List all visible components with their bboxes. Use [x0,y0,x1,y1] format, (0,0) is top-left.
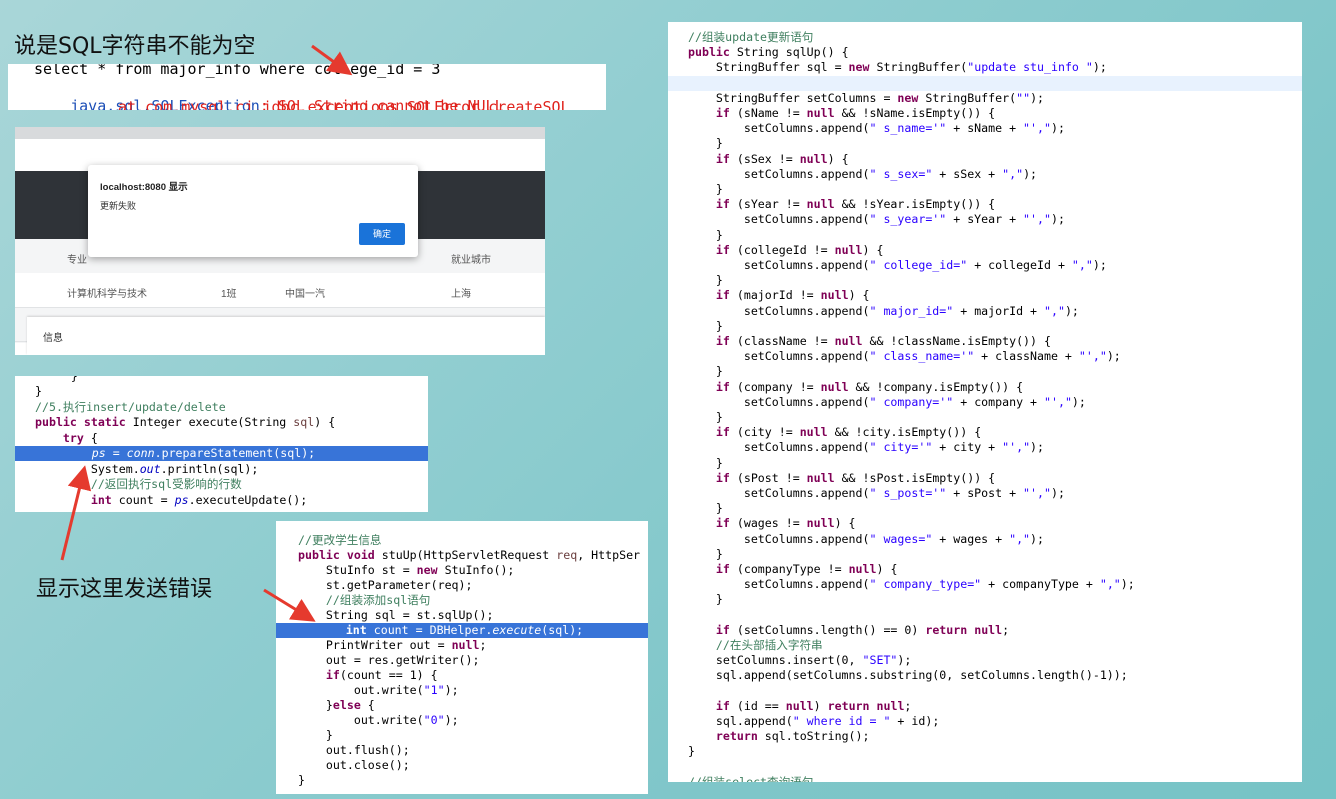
code-line: if (wages != null) { [715,516,856,531]
code-line: st.getParameter(req); [298,578,473,592]
code-line: if (city != null && !city.isEmpty()) { [715,425,982,440]
code-line: out.write("1"); [298,683,459,697]
code-line: } [688,592,723,607]
table-row[interactable]: 计算机科学与技术 1班 中国一汽 上海 [15,273,545,308]
code-line: sql.append(" where id = " + id); [688,714,940,728]
sqlup-code-panel: //组装update更新语句 public String sqlUp() { St… [668,22,1302,782]
code-line: try { [62,431,98,445]
code-line: } [688,546,723,561]
code-line: out.write("0"); [298,713,459,727]
code-line: if(count == 1) { [325,668,438,682]
code-line: public String sqlUp() { [688,45,849,60]
selected-code-line: int count = DBHelper.execute(sql); [276,623,648,639]
stuup-code-panel: //更改学生信息 public void stuUp(HttpServletRe… [276,521,648,794]
code-line: out.close(); [298,758,410,772]
header-cell: 专业 [67,255,87,266]
code-line: setColumns.append(" wages=" + wages + ",… [688,531,1045,546]
alert-dialog: localhost:8080 显示 更新失败 确定 [88,165,418,257]
code-line: sql.append(setColumns.substring(0, setCo… [688,668,1128,683]
code-line: } [688,501,723,516]
code-line: setColumns.append(" s_sex=" + sSex + ","… [688,166,1038,181]
code-line: } [688,136,723,151]
code-line: if (sYear != null && !sYear.isEmpty()) { [715,197,996,212]
code-line: } [42,376,78,383]
selected-code-line: ps = conn.prepareStatement(sql); [15,446,428,462]
info-footer: 信息 [27,317,545,355]
code-line: out.flush(); [298,743,410,757]
dialog-title: localhost:8080 显示 [100,182,188,193]
code-comment: //更改学生信息 [298,533,382,547]
code-line: if (sSex != null) { [715,151,849,166]
dialog-ok-button[interactable]: 确定 [359,223,405,245]
console-exception-panel: select * from major_info where college_i… [8,64,606,110]
code-line: int count = ps.executeUpdate(); [90,493,308,507]
code-line: setColumns.insert(0, "SET"); [688,653,912,668]
code-line: if (sPost != null && !sPost.isEmpty()) { [715,470,996,485]
caption-send-error: 显示这里发送错误 [36,577,213,602]
browser-alert-screenshot: 专业 就业城市 计算机科学与技术 1班 中国一汽 上海 会计 2班 腾讯 深圳 … [15,127,545,355]
code-line: PrintWriter out = null; [298,638,487,652]
code-comment: //组装select查询语句 [688,774,814,782]
code-line: setColumns.append(" s_name='" + sName + … [688,121,1065,136]
code-line: if (className != null && !className.isEm… [715,334,1051,348]
table-cell: 计算机科学与技术 [67,289,147,300]
code-line: if (majorId != null) { [715,288,870,303]
code-comment: //组装update更新语句 [688,30,814,44]
code-line: return sql.toString(); [715,729,870,744]
code-line: setColumns.append(" college_id=" + colle… [688,258,1107,272]
code-line: } [688,273,723,288]
code-line: if (collegeId != null) { [715,242,884,257]
code-line: setColumns.append(" major_id=" + majorId… [688,303,1079,318]
code-line: if (setColumns.length() == 0) return nul… [715,622,1010,637]
code-line: setColumns.append(" class_name='" + clas… [688,349,1121,364]
code-line: } [688,318,723,333]
code-line: String sql = st.sqlUp(); [298,608,494,622]
code-line: } [688,744,695,759]
browser-toolbar [15,127,545,139]
code-line: if (id == null) return null; [715,698,912,713]
dialog-message: 更新失败 [100,201,137,211]
code-comment: //在头部插入字符串 [688,638,823,652]
code-line: } [688,364,723,379]
footer-label: 信息 [43,333,63,344]
code-line: System.out.println(sql); [35,462,259,476]
code-line: out = res.getWriter(); [298,653,480,667]
code-line: setColumns.append(" s_post='" + sPost + … [688,486,1065,500]
caption-sql-empty: 说是SQL字符串不能为空 [14,34,256,59]
code-line: StringBuffer sql = new StringBuffer("upd… [688,60,1107,75]
code-comment: //5.执行insert/update/delete [35,400,226,414]
method-signature: public static Integer execute(String sql… [35,415,336,429]
code-line: setColumns.append(" city='" + city + "',… [688,440,1045,455]
code-line: } [688,455,723,470]
code-line: setColumns.append(" company='" + company… [688,394,1086,409]
code-line: } [688,182,723,196]
table-cell: 中国一汽 [285,289,325,300]
code-comment: //组装添加sql语句 [325,593,431,607]
console-sql-line: select * from major_info where college_i… [34,64,441,78]
code-line: StuInfo st = new StuInfo(); [298,563,515,577]
dbhelper-code-panel: } } //5.执行insert/update/delete public st… [15,376,428,512]
code-line: setColumns.append(" company_type=" + com… [688,577,1135,592]
code-line: } [35,384,42,398]
code-line: } [688,410,723,424]
code-line: if (sName != null && !sName.isEmpty()) { [715,106,996,120]
header-cell: 就业城市 [451,255,491,266]
code-line: if (companyType != null) { [715,562,898,576]
table-cell: 上海 [451,289,471,300]
method-signature: public void stuUp(HttpServletRequest req… [298,548,641,562]
code-line: }else { [298,698,375,712]
code-line: } [688,227,723,242]
code-line: } [298,728,333,742]
code-line: } [298,773,305,787]
code-line [668,75,1302,91]
console-stack-line: at com.mysql.cj.jdbc.exceptions.SQLError… [118,98,570,110]
code-comment: //返回执行sql受影响的行数 [90,477,242,491]
code-line: StringBuffer setColumns = new StringBuff… [688,90,1045,105]
code-line: if (company != null && !company.isEmpty(… [715,379,1024,394]
code-line: setColumns.append(" s_year='" + sYear + … [688,212,1065,227]
table-cell: 1班 [221,289,237,300]
